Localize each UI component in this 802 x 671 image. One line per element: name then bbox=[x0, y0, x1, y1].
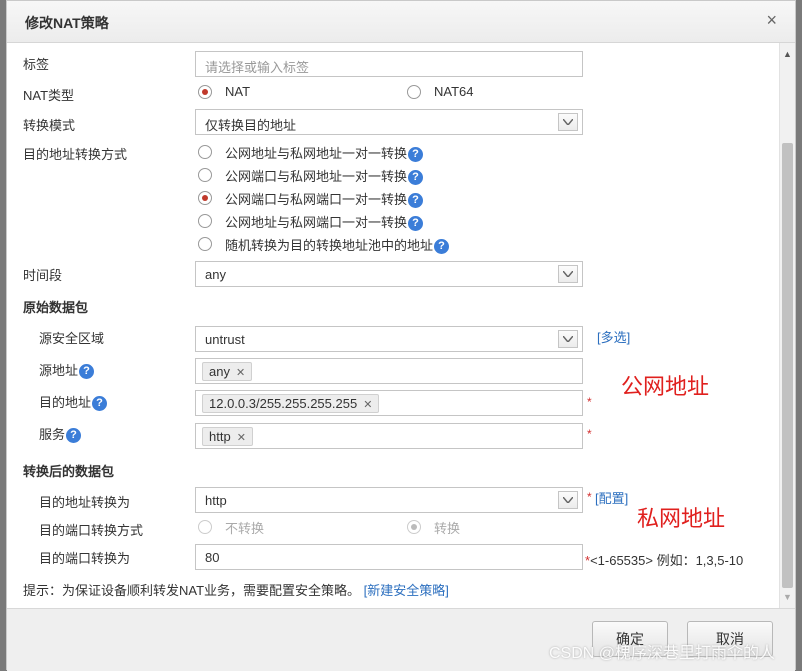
dst-method-option-3: 公网端口与私网端口一对一转换? bbox=[225, 189, 424, 209]
translated-dst-addr-label: 目的地址转换为 bbox=[39, 495, 131, 510]
help-icon[interactable]: ? bbox=[92, 396, 108, 412]
tag-label: 标签 bbox=[23, 57, 50, 72]
help-icon[interactable]: ? bbox=[408, 193, 424, 209]
time-range-label: 时间段 bbox=[23, 268, 63, 283]
annotation-private-address: 私网地址 bbox=[637, 506, 726, 531]
dst-port-hint: *<1-65535> 例如：1,3,5-10 bbox=[585, 553, 744, 568]
convert-mode-value: 仅转换目的地址 bbox=[205, 118, 297, 133]
dst-port-input[interactable]: 80 bbox=[195, 544, 583, 570]
required-mark: * bbox=[587, 395, 592, 409]
nat-type-radio-nat64[interactable] bbox=[407, 85, 421, 99]
dialog-footer: 确定 取消 CSDN @槐序深巷里打雨伞的人 bbox=[7, 608, 795, 671]
configure-link[interactable]: [配置] bbox=[595, 488, 628, 507]
scroll-down-icon[interactable]: ▼ bbox=[783, 592, 792, 602]
remove-tag-icon[interactable]: ✕ bbox=[363, 399, 372, 411]
help-icon[interactable]: ? bbox=[79, 364, 95, 380]
src-addr-tag: any ✕ bbox=[202, 362, 253, 381]
dst-port-label: 目的端口转换为 bbox=[39, 551, 131, 566]
tag-input[interactable]: 请选择或输入标签 bbox=[195, 51, 583, 77]
time-range-select[interactable]: any bbox=[195, 261, 583, 287]
nat-type-label: NAT类型 bbox=[23, 88, 75, 103]
dst-addr-input[interactable]: 12.0.0.3/255.255.255.255 ✕ bbox=[195, 390, 583, 416]
src-addr-input[interactable]: any ✕ bbox=[195, 358, 583, 384]
service-label: 服务? bbox=[39, 424, 82, 444]
help-icon[interactable]: ? bbox=[408, 216, 424, 232]
convert-mode-label: 转换模式 bbox=[23, 118, 76, 133]
required-mark: * bbox=[587, 490, 592, 504]
help-icon[interactable]: ? bbox=[408, 170, 424, 186]
nat-type-option-nat64: NAT64 bbox=[434, 84, 474, 99]
chevron-down-icon[interactable] bbox=[558, 265, 578, 283]
dst-port-radio-no-convert[interactable] bbox=[198, 520, 212, 534]
dst-port-value: 80 bbox=[205, 550, 220, 565]
dst-addr-label: 目的地址? bbox=[39, 392, 108, 412]
dst-method-radio-2[interactable] bbox=[198, 168, 212, 182]
dst-method-radio-5[interactable] bbox=[198, 237, 212, 251]
src-addr-label: 源地址? bbox=[39, 360, 95, 380]
chevron-down-icon[interactable] bbox=[558, 491, 578, 509]
dialog-content: 标签 请选择或输入标签 NAT类型 NAT NAT64 转换模式 仅转换目的地址… bbox=[7, 43, 779, 608]
service-tag: http ✕ bbox=[202, 427, 253, 446]
dst-method-option-2: 公网端口与私网地址一对一转换? bbox=[225, 166, 424, 186]
scroll-up-icon[interactable]: ▲ bbox=[783, 49, 792, 59]
dst-method-option-1: 公网地址与私网地址一对一转换? bbox=[225, 143, 424, 163]
dst-port-method-label: 目的端口转换方式 bbox=[39, 523, 144, 538]
scroll-thumb[interactable] bbox=[782, 143, 793, 588]
nat-policy-dialog: 修改NAT策略 × 标签 请选择或输入标签 NAT类型 NAT NAT64 转换… bbox=[6, 0, 796, 671]
help-icon[interactable]: ? bbox=[408, 147, 424, 163]
tip-text: 提示：为保证设备顺利转发NAT业务，需要配置安全策略。 [新建安全策略] bbox=[23, 583, 449, 598]
help-icon[interactable]: ? bbox=[66, 428, 82, 444]
dst-method-option-4: 公网地址与私网端口一对一转换? bbox=[225, 212, 424, 232]
src-zone-value: untrust bbox=[205, 332, 245, 347]
src-zone-label: 源安全区域 bbox=[39, 331, 105, 346]
translated-packet-section: 转换后的数据包 bbox=[23, 464, 115, 479]
close-icon[interactable]: × bbox=[766, 10, 777, 31]
vertical-scrollbar[interactable]: ▲ ▼ bbox=[779, 43, 795, 608]
dst-method-radio-4[interactable] bbox=[198, 214, 212, 228]
dst-method-label: 目的地址转换方式 bbox=[23, 147, 128, 162]
remove-tag-icon[interactable]: ✕ bbox=[237, 432, 246, 444]
ok-button[interactable]: 确定 bbox=[592, 621, 668, 657]
original-packet-section: 原始数据包 bbox=[23, 300, 89, 315]
time-range-value: any bbox=[205, 267, 226, 282]
tag-placeholder: 请选择或输入标签 bbox=[205, 60, 310, 75]
dst-method-radio-3[interactable] bbox=[198, 191, 212, 205]
src-zone-multi-link[interactable]: [多选] bbox=[597, 327, 630, 346]
nat-type-option-nat: NAT bbox=[225, 84, 251, 99]
dst-port-radio-convert[interactable] bbox=[407, 520, 421, 534]
translated-dst-addr-select[interactable]: http bbox=[195, 487, 583, 513]
cancel-button[interactable]: 取消 bbox=[687, 621, 773, 657]
nat-type-radio-nat[interactable] bbox=[198, 85, 212, 99]
dst-method-radio-1[interactable] bbox=[198, 145, 212, 159]
dst-addr-tag: 12.0.0.3/255.255.255.255 ✕ bbox=[202, 394, 380, 413]
dst-port-option-no-convert: 不转换 bbox=[225, 521, 265, 536]
remove-tag-icon[interactable]: ✕ bbox=[236, 367, 245, 379]
convert-mode-select[interactable]: 仅转换目的地址 bbox=[195, 109, 583, 135]
new-security-policy-link[interactable]: [新建安全策略] bbox=[364, 583, 449, 598]
translated-dst-addr-value: http bbox=[205, 493, 227, 508]
dst-port-option-convert: 转换 bbox=[434, 521, 461, 536]
chevron-down-icon[interactable] bbox=[558, 330, 578, 348]
src-zone-select[interactable]: untrust bbox=[195, 326, 583, 352]
dialog-title: 修改NAT策略 bbox=[25, 15, 109, 31]
annotation-public-address: 公网地址 bbox=[621, 374, 710, 399]
service-input[interactable]: http ✕ bbox=[195, 423, 583, 449]
required-mark: * bbox=[587, 427, 592, 441]
help-icon[interactable]: ? bbox=[434, 239, 450, 255]
chevron-down-icon[interactable] bbox=[558, 113, 578, 131]
dst-method-option-5: 随机转换为目的转换地址池中的地址? bbox=[225, 235, 450, 255]
dialog-titlebar: 修改NAT策略 × bbox=[7, 1, 795, 43]
